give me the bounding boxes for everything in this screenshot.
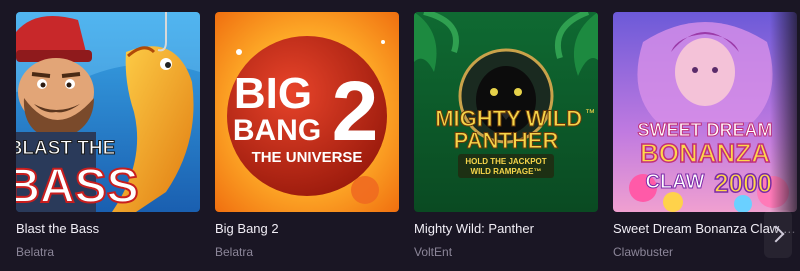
- sweet-dream-bonanza-artwork: SWEET DREAM BONANZA CLAW 2000: [613, 12, 797, 212]
- game-title[interactable]: Blast the Bass: [16, 220, 200, 238]
- art-text-big: BIG: [234, 69, 312, 118]
- art-text-panther: PANTHER: [454, 128, 559, 153]
- art-text-rampage: WILD RAMPAGE™: [471, 167, 542, 176]
- game-title[interactable]: Big Bang 2: [215, 220, 399, 238]
- art-text-line1: BLAST THE: [16, 138, 115, 159]
- game-provider: Belatra: [16, 245, 55, 259]
- game-thumbnail[interactable]: MIGHTY WILD ™ PANTHER HOLD THE JACKPOT W…: [414, 12, 598, 212]
- game-provider: VoltEnt: [414, 245, 453, 259]
- art-text-tm: ™: [585, 108, 595, 119]
- game-card-blast-the-bass[interactable]: BLAST THE BASS Blast the Bass Belatra: [16, 12, 200, 260]
- art-text-claw: CLAW: [646, 171, 705, 193]
- art-text-line2: BASS: [16, 160, 139, 212]
- art-text-subtitle: THE UNIVERSE: [252, 149, 363, 166]
- art-text-2000: 2000: [714, 168, 772, 198]
- art-text-hold: HOLD THE JACKPOT: [465, 157, 546, 166]
- game-card-big-bang-2[interactable]: BIG BANG 2 THE UNIVERSE Big Bang 2 Belat…: [215, 12, 399, 260]
- art-text-bang: BANG: [233, 114, 321, 147]
- game-thumbnail[interactable]: BLAST THE BASS: [16, 12, 200, 212]
- game-thumbnail[interactable]: SWEET DREAM BONANZA CLAW 2000: [613, 12, 797, 212]
- chevron-right-icon: [767, 225, 785, 243]
- game-provider: Belatra: [215, 245, 254, 259]
- game-title[interactable]: Mighty Wild: Panther: [414, 220, 598, 238]
- big-bang-2-artwork: BIG BANG 2 THE UNIVERSE: [215, 12, 399, 212]
- art-text-number: 2: [332, 64, 379, 158]
- art-text-bonanza: BONANZA: [640, 138, 770, 168]
- game-card-mighty-wild-panther[interactable]: MIGHTY WILD ™ PANTHER HOLD THE JACKPOT W…: [414, 12, 598, 260]
- mighty-wild-panther-artwork: MIGHTY WILD ™ PANTHER HOLD THE JACKPOT W…: [414, 12, 598, 212]
- carousel-next-button[interactable]: [764, 210, 792, 258]
- blast-the-bass-artwork: BLAST THE BASS: [16, 12, 200, 212]
- games-carousel: BLAST THE BASS Blast the Bass Belatra BI…: [0, 0, 800, 271]
- game-thumbnail[interactable]: BIG BANG 2 THE UNIVERSE: [215, 12, 399, 212]
- art-text-sweet-dream: SWEET DREAM: [638, 120, 773, 140]
